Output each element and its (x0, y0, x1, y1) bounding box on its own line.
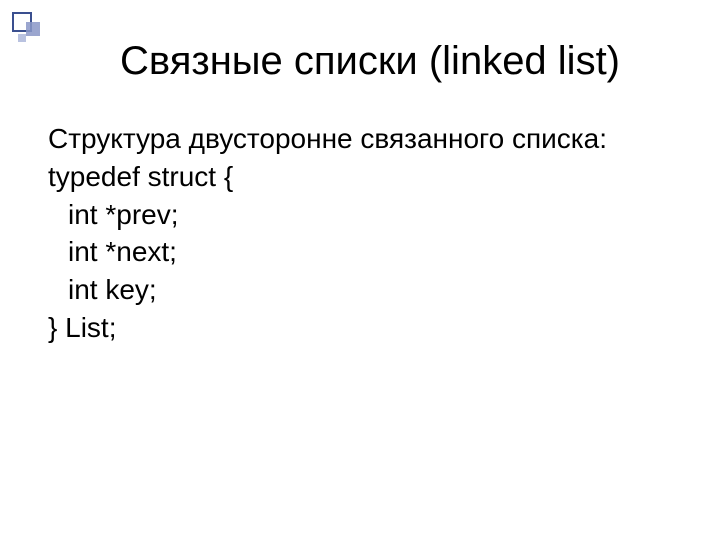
deco-square-2 (26, 22, 40, 36)
code-line-close: } List; (48, 309, 672, 347)
intro-line: Структура двусторонне связанного списка: (48, 120, 672, 158)
code-line-next: int *next; (48, 233, 672, 271)
code-line-prev: int *prev; (48, 196, 672, 234)
corner-decoration-icon (12, 12, 52, 52)
slide-title: Связные списки (linked list) (60, 38, 680, 84)
slide: Связные списки (linked list) Структура д… (0, 0, 720, 540)
code-line-typedef: typedef struct { (48, 158, 672, 196)
code-line-key: int key; (48, 271, 672, 309)
slide-body: Структура двусторонне связанного списка:… (48, 120, 672, 347)
deco-square-3 (18, 34, 26, 42)
